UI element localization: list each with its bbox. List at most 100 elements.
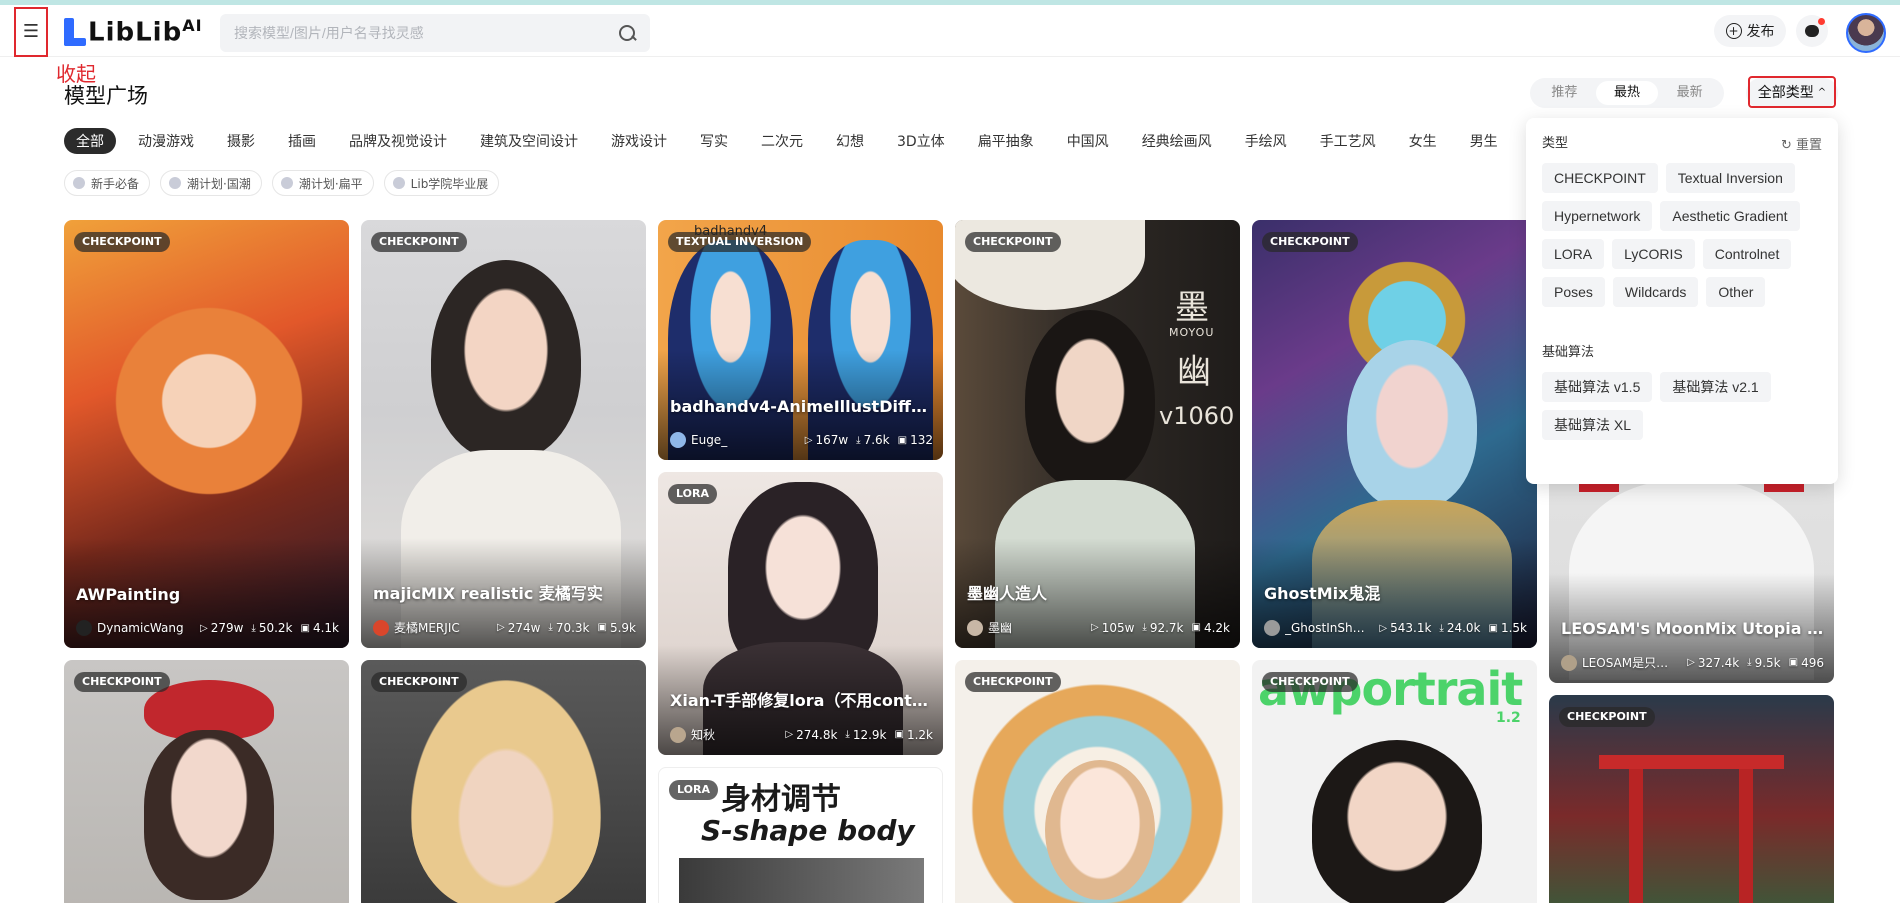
tag-flat[interactable]: 潮计划·扁平: [271, 170, 374, 196]
user-avatar[interactable]: [1846, 13, 1886, 53]
type-chip[interactable]: Hypernetwork: [1542, 201, 1653, 231]
download-icon: ⤓: [1439, 622, 1444, 634]
card-art-overlay: [679, 858, 924, 903]
category-item[interactable]: 手工艺风: [1320, 131, 1376, 151]
category-item[interactable]: 手绘风: [1245, 131, 1287, 151]
sort-tab-new[interactable]: 最新: [1658, 81, 1721, 105]
card-author: LEOSAM是只兔狲: [1582, 656, 1680, 670]
card-type-badge: CHECKPOINT: [371, 232, 467, 252]
stat-images: ▣ 5.9k: [597, 620, 637, 635]
image-icon: ▣: [1191, 622, 1201, 633]
algorithm-chip[interactable]: 基础算法 v2.1: [1660, 372, 1771, 402]
image-icon: ▣: [1788, 657, 1799, 668]
user-avatar-small: [967, 619, 983, 636]
card-title: LEOSAM's MoonMix Utopia | 乌托邦: [1561, 619, 1824, 638]
category-item[interactable]: 幻想: [836, 131, 864, 151]
category-item[interactable]: 女生: [1409, 131, 1437, 151]
model-card[interactable]: CHECKPOINT: [64, 660, 349, 903]
stat-images: ▣ 4.1k: [300, 621, 340, 635]
stat-runs: ▷ 105w: [1090, 620, 1135, 635]
play-icon: ▷: [496, 622, 505, 633]
category-item[interactable]: 写实: [700, 131, 728, 151]
menu-toggle-button[interactable]: ☰: [14, 7, 48, 57]
search-input[interactable]: [234, 25, 618, 41]
card-art-text: 身材调节: [721, 782, 841, 817]
model-card[interactable]: CHECKPOINT AWPainting DynamicWang ▷ 279w …: [64, 220, 349, 648]
stat-runs: ▷ 274.8k: [785, 727, 838, 742]
stat-downloads: ⤓ 50.2k: [251, 621, 293, 635]
play-icon: ▷: [1379, 622, 1388, 634]
card-type-badge: CHECKPOINT: [74, 232, 170, 252]
card-type-badge: CHECKPOINT: [74, 672, 170, 692]
category-item[interactable]: 动漫游戏: [138, 131, 194, 151]
category-item[interactable]: 扁平抽象: [978, 131, 1034, 151]
type-filter-select[interactable]: 全部类型 ^: [1748, 76, 1836, 108]
type-chip[interactable]: Controlnet: [1702, 239, 1792, 269]
card-author: 知秋: [691, 728, 716, 742]
category-item[interactable]: 建筑及空间设计: [480, 131, 578, 151]
category-all[interactable]: 全部: [64, 128, 116, 154]
sort-tab-hot[interactable]: 最热: [1595, 81, 1659, 105]
category-item[interactable]: 3D立体: [897, 131, 945, 151]
card-art-text: v1060: [1159, 402, 1235, 430]
card-art-overlay: [1347, 340, 1477, 510]
category-bar: 全部 动漫游戏 摄影 插画 品牌及视觉设计 建筑及空间设计 游戏设计 写实 二次…: [64, 128, 1534, 154]
stat-runs: ▷ 279w: [199, 621, 244, 635]
liblib-logo[interactable]: LibLibAI: [64, 16, 203, 48]
category-item[interactable]: 男生: [1470, 131, 1498, 151]
sort-tab-recommend[interactable]: 推荐: [1533, 81, 1596, 105]
category-item[interactable]: 游戏设计: [611, 131, 667, 151]
model-card[interactable]: awportrait 1.2 CHECKPOINT: [1252, 660, 1537, 903]
card-type-badge: CHECKPOINT: [1262, 672, 1358, 692]
type-chip[interactable]: Aesthetic Gradient: [1660, 201, 1800, 231]
algorithm-chip[interactable]: 基础算法 v1.5: [1542, 372, 1653, 402]
download-icon: ⤓: [251, 622, 256, 634]
dropdown-section-algorithm: 基础算法: [1542, 345, 1595, 360]
category-item[interactable]: 插画: [288, 131, 316, 151]
model-card[interactable]: badhandv4 TEXTUAL INVERSION badhandv4-An…: [658, 220, 943, 460]
model-card[interactable]: CHECKPOINT: [1549, 695, 1834, 903]
tag-guochao[interactable]: 潮计划·国潮: [160, 170, 262, 196]
model-card[interactable]: CHECKPOINT: [955, 660, 1240, 903]
algorithm-chip[interactable]: 基础算法 XL: [1542, 410, 1644, 440]
category-item[interactable]: 经典绘画风: [1142, 131, 1212, 151]
category-item[interactable]: 二次元: [761, 131, 803, 151]
type-chip[interactable]: CHECKPOINT: [1542, 163, 1658, 193]
model-card[interactable]: CHECKPOINT: [361, 660, 646, 903]
hamburger-icon: ☰: [22, 21, 40, 42]
stat-images: ▣ 132: [897, 433, 933, 447]
card-art-overlay: [144, 730, 274, 900]
category-item[interactable]: 摄影: [227, 131, 255, 151]
type-chip[interactable]: Poses: [1542, 277, 1605, 307]
stat-downloads: ⤓ 7.6k: [856, 433, 890, 447]
reset-button[interactable]: ↻ 重置: [1781, 134, 1822, 153]
stat-images: ▣ 4.2k: [1191, 620, 1231, 635]
play-icon: ▷: [804, 434, 813, 446]
logo-text: LibLibAI: [88, 16, 203, 48]
model-card[interactable]: CHECKPOINT majicMIX realistic 麦橘写实 麦橘MER…: [361, 220, 646, 648]
model-card[interactable]: 墨 MOYOU 幽 v1060 CHECKPOINT 墨幽人造人 墨幽 ▷ 105…: [955, 220, 1240, 648]
category-item[interactable]: 中国风: [1067, 131, 1109, 151]
type-chip[interactable]: LORA: [1542, 239, 1605, 269]
type-chip[interactable]: LyCORIS: [1612, 239, 1695, 269]
card-type-badge: CHECKPOINT: [1262, 232, 1358, 252]
type-chip[interactable]: Wildcards: [1612, 277, 1699, 307]
type-chip[interactable]: Other: [1706, 277, 1766, 307]
type-chip[interactable]: Textual Inversion: [1665, 163, 1795, 193]
search-icon[interactable]: [618, 24, 636, 42]
image-icon: ▣: [894, 729, 904, 740]
messages-button[interactable]: [1796, 15, 1828, 47]
download-icon: ⤓: [1747, 657, 1752, 668]
publish-button[interactable]: + 发布: [1714, 15, 1786, 47]
stat-downloads: ⤓ 12.9k: [845, 727, 887, 742]
model-card[interactable]: LORA Xian-T手部修复lora（不用controlnet也能修复手） 知…: [658, 472, 943, 755]
card-type-badge: CHECKPOINT: [1559, 707, 1655, 727]
tag-beginner[interactable]: 新手必备: [64, 170, 151, 196]
model-card[interactable]: CHECKPOINT GhostMix鬼混 _GhostInShell_ ▷ 54…: [1252, 220, 1537, 648]
stat-images: ▣ 496: [1788, 655, 1824, 670]
tag-lib-academy[interactable]: Lib学院毕业展: [383, 170, 500, 196]
model-card[interactable]: 身材调节 S-shape body LORA: [658, 767, 943, 903]
image-icon: ▣: [897, 434, 908, 446]
download-icon: ⤓: [1142, 622, 1147, 633]
category-item[interactable]: 品牌及视觉设计: [349, 131, 447, 151]
